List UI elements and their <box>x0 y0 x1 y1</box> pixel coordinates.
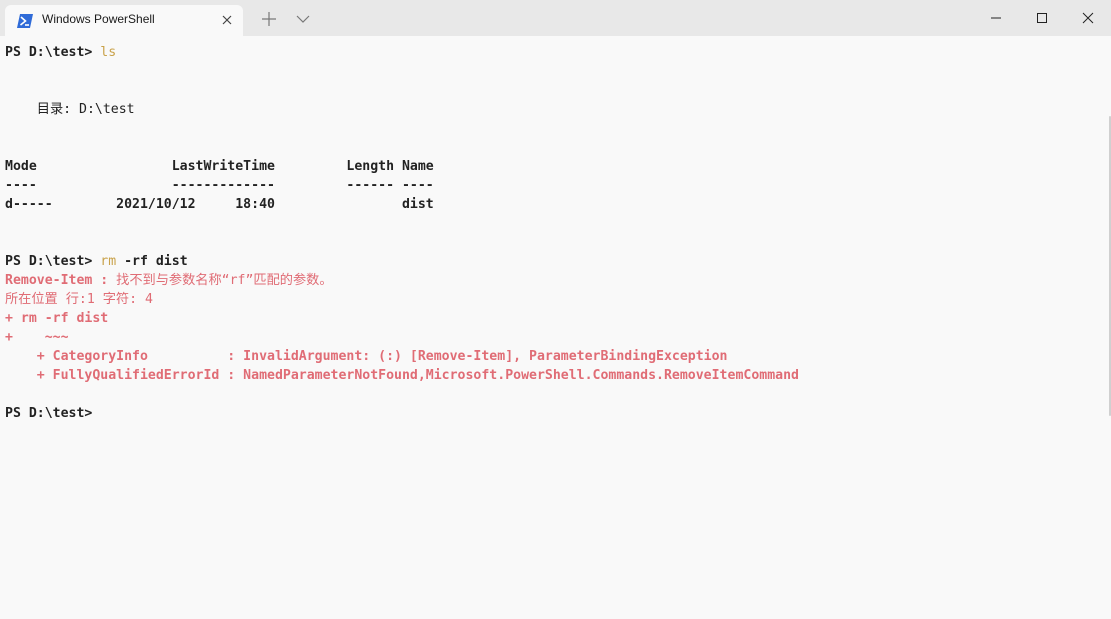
tab-windows-powershell[interactable]: Windows PowerShell <box>5 5 243 36</box>
command: rm <box>100 254 117 269</box>
prompt-line: PS D:\test> rm -rf dist <box>5 252 188 271</box>
table-header: Mode LastWriteTime Length Name <box>5 159 434 174</box>
close-icon[interactable] <box>220 12 234 26</box>
prompt: PS D:\test> <box>5 254 101 269</box>
error-location: 所在位置 行:1 字符: 4 <box>5 292 153 307</box>
error-prefix: Remove-Item : <box>5 273 117 288</box>
error-id: + FullyQualifiedErrorId : NamedParameter… <box>5 368 799 383</box>
title-bar: Windows PowerShell <box>0 0 1111 36</box>
tab-title: Windows PowerShell <box>42 12 155 26</box>
scrollbar[interactable] <box>1105 36 1111 619</box>
maximize-button[interactable] <box>1019 0 1065 36</box>
plus-icon[interactable] <box>259 10 279 28</box>
error-line: Remove-Item : 找不到与参数名称“rf”匹配的参数。 <box>5 271 333 290</box>
command-args: -rf dist <box>116 254 188 269</box>
close-window-button[interactable] <box>1065 0 1111 36</box>
terminal-output[interactable]: PS D:\test> ls 目录: D:\test Mode LastWrit… <box>0 36 1105 619</box>
prompt: PS D:\test> <box>5 406 101 421</box>
directory-header: 目录: D:\test <box>5 102 135 117</box>
prompt: PS D:\test> <box>5 45 101 60</box>
prompt-line: PS D:\test> ls <box>5 43 116 62</box>
minimize-button[interactable] <box>973 0 1019 36</box>
table-separator: ---- ------------- ------ ---- <box>5 178 434 193</box>
command: ls <box>100 45 117 60</box>
error-message: 找不到与参数名称“rf”匹配的参数。 <box>116 273 333 288</box>
maximize-icon <box>1037 13 1047 23</box>
error-line: + ~~~ <box>5 330 69 345</box>
close-window-icon <box>1082 12 1094 24</box>
table-row: d----- 2021/10/12 18:40 dist <box>5 197 434 212</box>
terminal-window: Windows PowerShell PS D:\test> ls 目录: D:… <box>0 0 1111 619</box>
error-category: + CategoryInfo : InvalidArgument: (:) [R… <box>5 349 728 364</box>
chevron-down-icon[interactable] <box>294 11 312 25</box>
minimize-icon <box>991 17 1001 19</box>
powershell-icon <box>17 13 33 28</box>
prompt-line: PS D:\test> <box>5 404 100 423</box>
error-line: + rm -rf dist <box>5 311 109 326</box>
